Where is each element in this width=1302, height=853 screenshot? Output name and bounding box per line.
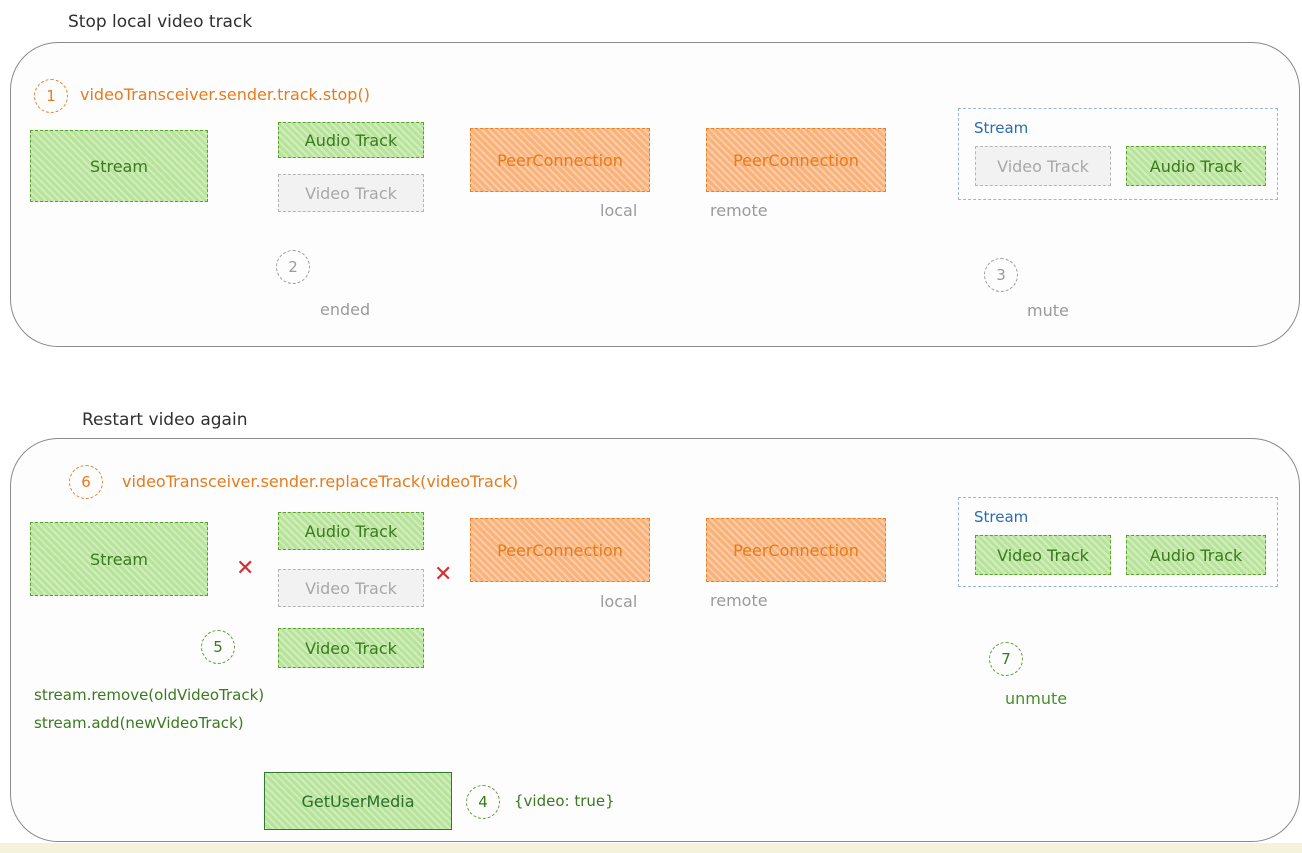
s2-old-video-track: Video Track [278,569,424,607]
s2-peer-remote: PeerConnection [706,518,886,582]
step5-code-line2: stream.add(newVideoTrack) [34,714,244,732]
s2-audio-track: Audio Track [278,512,424,550]
s2-new-video-track: Video Track [278,628,424,668]
s1-stream-box: Stream [30,130,208,202]
step1-code: videoTransceiver.sender.track.stop() [80,85,370,104]
s1-remote-stream-label: Stream [974,119,1029,137]
s2-remote-audio-track: Audio Track [1126,535,1266,575]
step1-badge: 1 [34,79,68,113]
s2-stream-box: Stream [30,522,208,596]
step5-code-line1: stream.remove(oldVideoTrack) [34,686,265,704]
s2-remote-video-track: Video Track [975,535,1111,575]
section2-title: Restart video again [82,410,248,430]
step2-label: ended [320,300,371,319]
s1-local-label: local [600,201,638,220]
step7-label: unmute [1005,689,1068,708]
step3-badge: 3 [984,258,1018,292]
step7-badge: 7 [989,642,1023,676]
s1-peer-remote: PeerConnection [706,128,886,192]
x-mark-right: ✕ [434,562,453,587]
s2-remote-label: remote [710,591,768,610]
step4-badge: 4 [466,785,500,819]
section1-title: Stop local video track [68,12,253,32]
s2-peer-local: PeerConnection [470,518,650,582]
s1-video-track: Video Track [278,174,424,212]
step4-label: {video: true} [514,792,615,810]
getusermedia-box: GetUserMedia [264,772,452,830]
step5-badge: 5 [201,630,235,664]
s2-remote-stream-label: Stream [974,508,1029,526]
s2-local-label: local [600,592,638,611]
step2-badge: 2 [276,250,310,284]
bottom-strip [0,843,1302,853]
s1-remote-label: remote [710,201,768,220]
s1-peer-local: PeerConnection [470,128,650,192]
s1-audio-track: Audio Track [278,122,424,158]
step6-code: videoTransceiver.sender.replaceTrack(vid… [122,472,519,491]
s1-remote-video-track: Video Track [975,146,1111,186]
x-mark-left: ✕ [236,556,255,581]
step6-badge: 6 [69,465,103,499]
step3-label: mute [1027,301,1069,320]
s1-remote-audio-track: Audio Track [1126,146,1266,186]
